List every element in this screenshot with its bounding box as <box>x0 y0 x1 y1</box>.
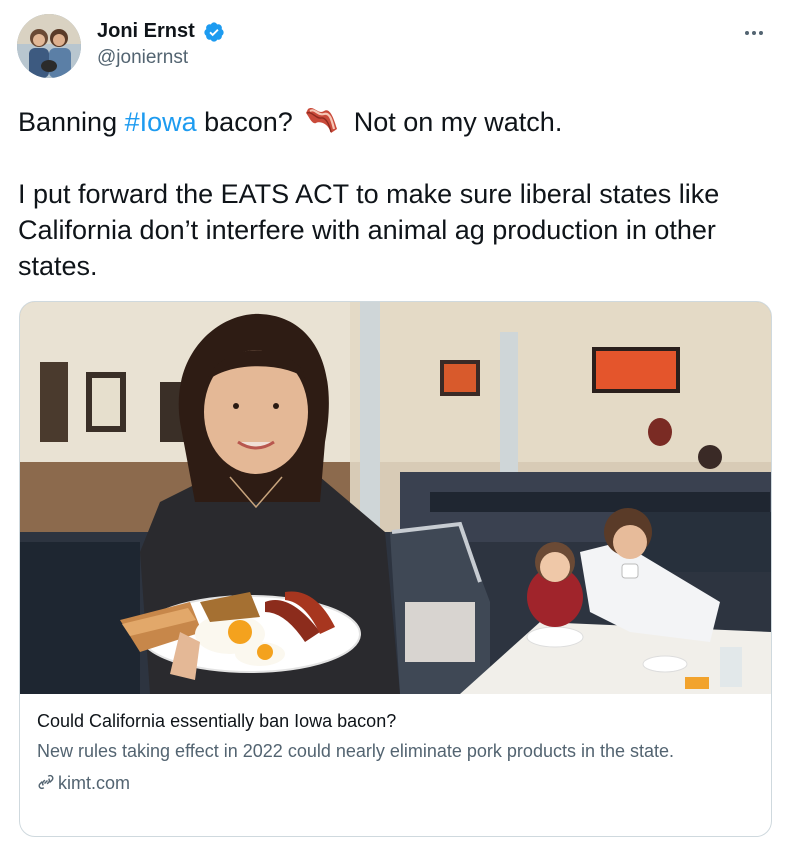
link-preview-card[interactable]: Could California essentially ban Iowa ba… <box>19 301 772 837</box>
display-name[interactable]: Joni Ernst <box>97 20 195 43</box>
tweet-line-1: Banning #Iowa bacon? Not on my watch. <box>18 103 778 140</box>
bacon-icon <box>306 108 338 133</box>
card-image[interactable] <box>20 302 771 694</box>
avatar-photo <box>17 14 81 78</box>
hashtag-link[interactable]: #Iowa <box>125 107 197 137</box>
card-body: Could California essentially ban Iowa ba… <box>37 708 757 796</box>
avatar[interactable] <box>17 14 81 78</box>
tweet-paragraph-2: I put forward the EATS ACT to make sure … <box>18 179 720 281</box>
tweet-text: Banning #Iowa bacon? Not on my watch. I … <box>18 103 778 284</box>
card-title[interactable]: Could California essentially ban Iowa ba… <box>37 708 757 734</box>
card-domain-text: kimt.com <box>58 773 130 793</box>
card-description: New rules taking effect in 2022 could ne… <box>37 741 675 761</box>
link-icon <box>38 774 54 790</box>
card-domain[interactable]: kimt.com <box>37 770 757 796</box>
tweet-text-segment: Not on my watch. <box>346 107 563 137</box>
more-options-icon[interactable] <box>745 22 769 35</box>
tweet-header: Joni Ernst @joniernst <box>17 14 777 84</box>
tweet-text-segment: Banning <box>18 107 125 137</box>
verified-badge-icon <box>204 21 224 42</box>
tweet-text-segment: bacon? <box>196 107 301 137</box>
handle[interactable]: @joniernst <box>97 47 225 69</box>
